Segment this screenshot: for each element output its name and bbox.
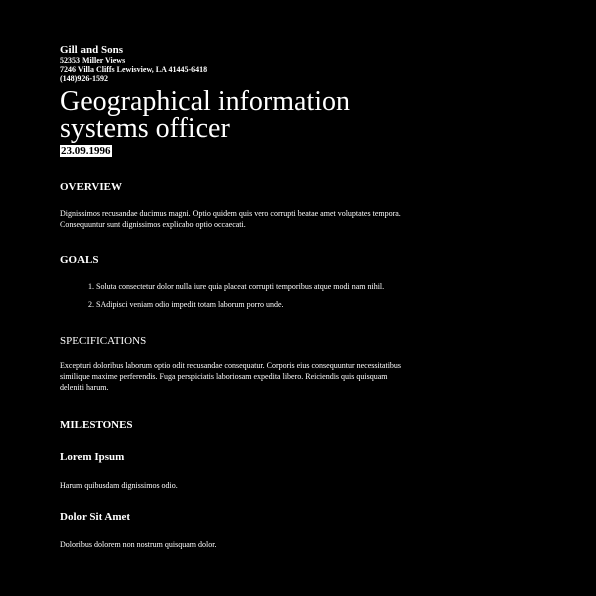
company-header: Gill and Sons 52353 Miller Views 7246 Vi… (60, 44, 207, 83)
address-line-2: 7246 Villa Cliffs Lewisview, LA 41445-64… (60, 65, 208, 74)
specifications-heading: SPECIFICATIONS (60, 335, 147, 347)
company-name: Gill and Sons (60, 44, 123, 56)
specifications-text: Excepturi doloribus laborum optio odit r… (60, 361, 402, 392)
address-line-1: 52353 Miller Views (60, 56, 126, 65)
milestone-title: Lorem Ipsum (60, 451, 125, 463)
milestone-title: Dolor Sit Amet (60, 511, 131, 523)
goal-item: 2. SAdipisci veniam odio impedit totam l… (88, 300, 284, 309)
goal-item: 1. Soluta consectetur dolor nulla iure q… (88, 282, 385, 291)
goals-heading: GOALS (60, 254, 99, 266)
milestone-text: Harum quibusdam dignissimos odio. (60, 481, 178, 490)
overview-text: Dignissimos recusandae ducimus magni. Op… (60, 209, 401, 229)
milestone-text: Doloribus dolorem non nostrum quisquam d… (60, 540, 217, 549)
overview-heading: OVERVIEW (60, 181, 122, 193)
milestones-heading: MILESTONES (60, 419, 133, 431)
document-date: 23.09.1996 (60, 145, 112, 157)
phone-number: (148)926-1592 (60, 74, 108, 83)
page-title: Geographical information systems officer (60, 86, 351, 144)
